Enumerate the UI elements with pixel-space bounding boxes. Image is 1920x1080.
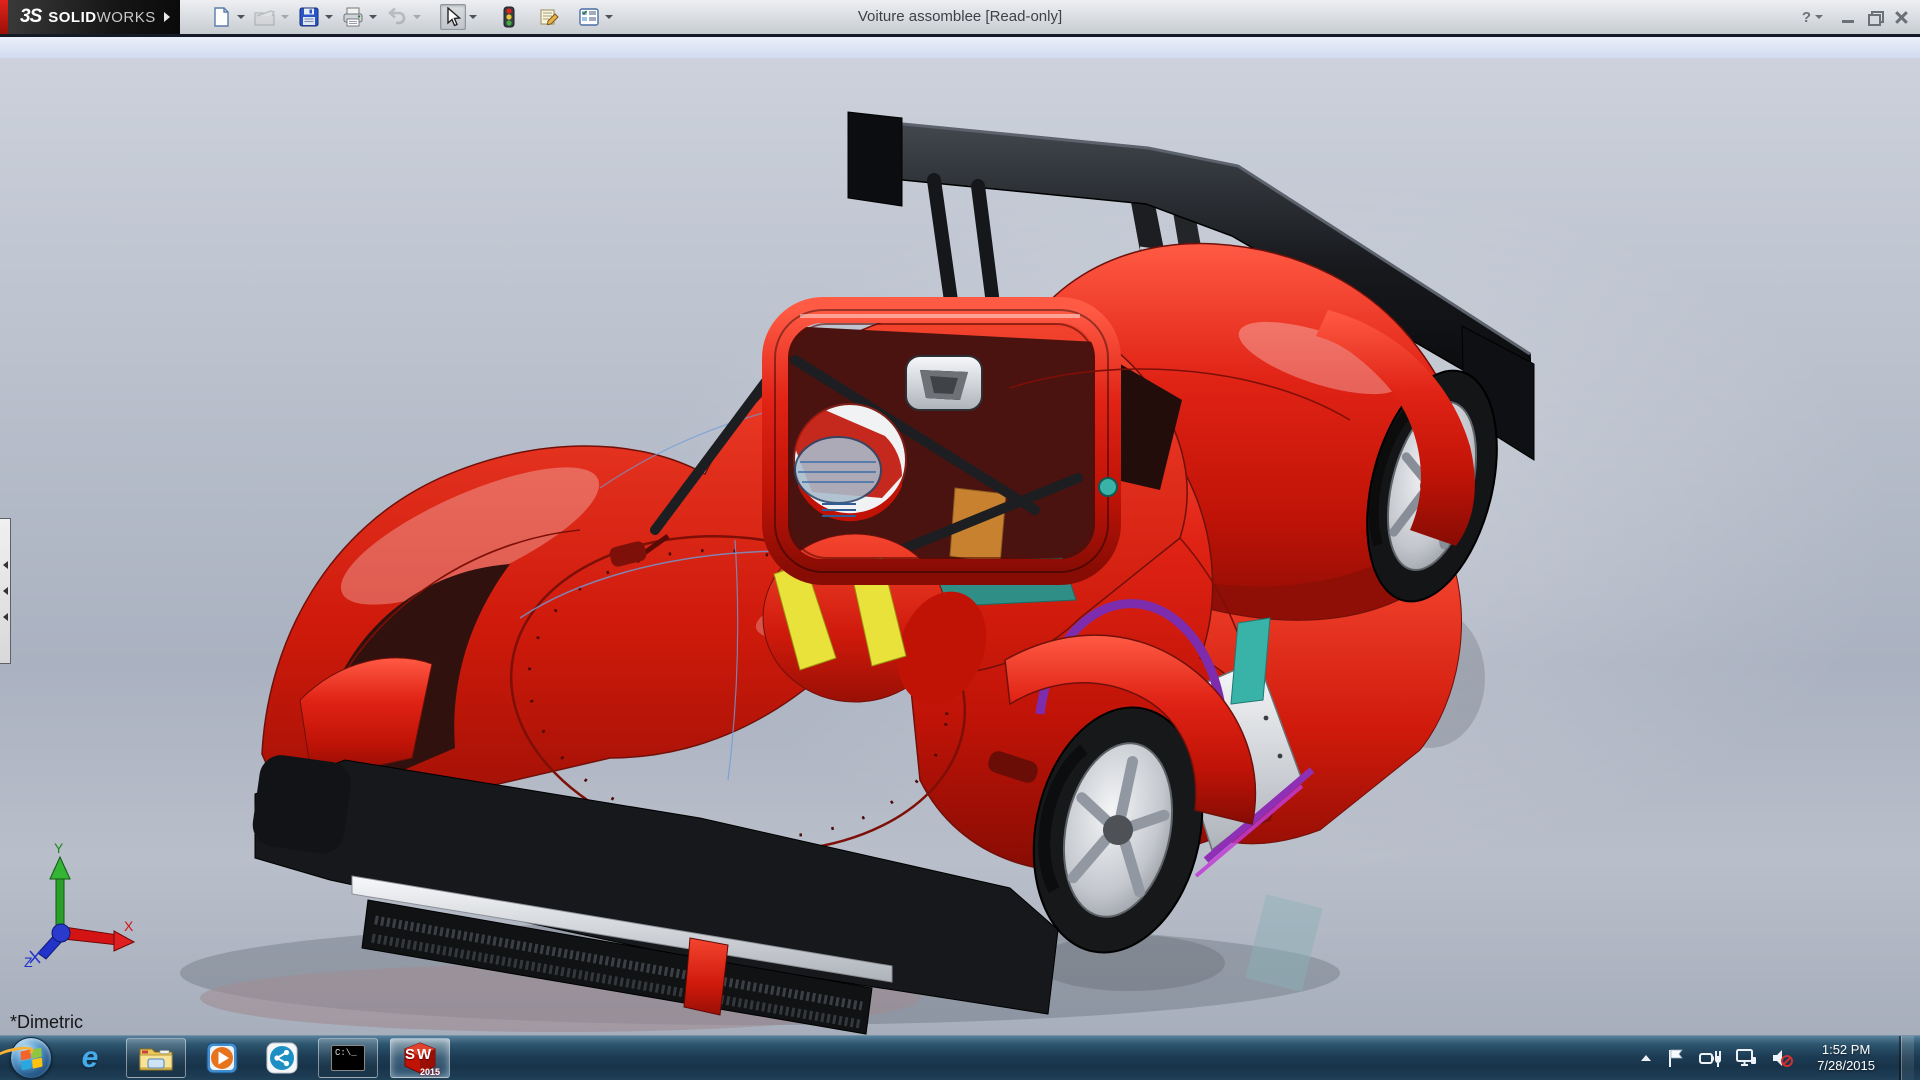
feature-manager-collapsed-tab[interactable]	[0, 518, 11, 664]
open-dropdown[interactable]	[281, 15, 289, 19]
print-dropdown[interactable]	[369, 15, 377, 19]
logo-text-works: WORKS	[97, 9, 156, 26]
file-properties-icon[interactable]	[536, 4, 562, 30]
new-dropdown[interactable]	[237, 15, 245, 19]
triad-x-label: X	[124, 918, 134, 934]
view-orientation-label: *Dimetric	[10, 1012, 83, 1033]
reference-triad: Y X Z	[22, 839, 142, 969]
race-car-model	[0, 58, 1920, 1035]
taskbar-apps: e C:\_ SW 2015	[66, 1037, 450, 1079]
triad-y-label: Y	[54, 840, 64, 856]
clock-time: 1:52 PM	[1817, 1042, 1875, 1058]
graphics-viewport[interactable]: Y X Z *Dimetric	[0, 58, 1920, 1035]
brand-red-strip	[0, 0, 8, 34]
logo-text-solid: SOLID	[48, 9, 96, 26]
media-player-icon[interactable]	[198, 1037, 246, 1079]
solidworks-window: 3S SOLIDWORKS	[0, 0, 1920, 1080]
new-document-icon[interactable]	[208, 4, 234, 30]
menu-expand-icon[interactable]	[164, 12, 170, 22]
command-prompt-icon[interactable]: C:\_	[318, 1038, 378, 1078]
document-strip	[0, 37, 1920, 58]
logo-mark: 3S	[20, 6, 41, 28]
restore-button[interactable]	[1868, 11, 1881, 23]
standard-toolbar	[208, 4, 618, 30]
title-bar: 3S SOLIDWORKS	[0, 0, 1920, 34]
select-dropdown[interactable]	[469, 15, 477, 19]
select-tool-icon[interactable]	[440, 4, 466, 30]
options-icon[interactable]	[576, 4, 602, 30]
undo-icon[interactable]	[384, 4, 410, 30]
power-plug-icon[interactable]	[1699, 1048, 1721, 1068]
collapse-arrow-icon	[3, 613, 8, 621]
collapse-arrow-icon	[3, 587, 8, 595]
help-button[interactable]: ?	[1802, 9, 1828, 26]
windows-taskbar: e C:\_ SW 2015	[0, 1035, 1920, 1080]
minimize-button[interactable]	[1842, 12, 1854, 23]
solidworks-cube: SW 2015	[403, 1042, 437, 1074]
close-button[interactable]	[1895, 11, 1908, 24]
network-icon[interactable]	[1735, 1048, 1757, 1068]
action-center-flag-icon[interactable]	[1667, 1048, 1685, 1068]
help-dropdown[interactable]	[1815, 15, 1823, 19]
share-app-icon[interactable]	[258, 1037, 306, 1079]
window-controls: ?	[1802, 0, 1908, 34]
taskbar-clock[interactable]: 1:52 PM 7/28/2015	[1807, 1042, 1885, 1074]
undo-dropdown[interactable]	[413, 15, 421, 19]
rebuild-traffic-light-icon[interactable]	[496, 4, 522, 30]
options-dropdown[interactable]	[605, 15, 613, 19]
system-tray: 1:52 PM 7/28/2015	[1639, 1036, 1920, 1080]
show-desktop-button[interactable]	[1899, 1036, 1914, 1080]
open-document-icon[interactable]	[252, 4, 278, 30]
print-icon[interactable]	[340, 4, 366, 30]
command-prompt-face: C:\_	[331, 1045, 365, 1071]
solidworks-2015-icon[interactable]: SW 2015	[390, 1038, 450, 1078]
save-icon[interactable]	[296, 4, 322, 30]
collapse-arrow-icon	[3, 561, 8, 569]
show-hidden-icons-arrow[interactable]	[1639, 1053, 1653, 1063]
clock-date: 7/28/2015	[1817, 1058, 1875, 1074]
solidworks-logo: 3S SOLIDWORKS	[8, 0, 180, 34]
windows-explorer-icon[interactable]	[126, 1038, 186, 1078]
save-dropdown[interactable]	[325, 15, 333, 19]
internet-explorer-icon[interactable]: e	[66, 1037, 114, 1079]
triad-z-label: Z	[24, 954, 33, 969]
volume-muted-icon[interactable]	[1771, 1048, 1793, 1068]
